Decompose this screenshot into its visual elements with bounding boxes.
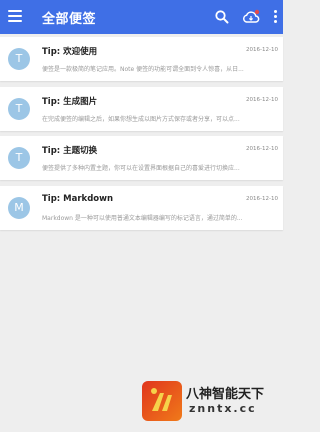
watermark-title: 八神智能天下 bbox=[186, 387, 265, 402]
watermark: 八神智能天下 znntx.cc bbox=[142, 381, 280, 421]
note-date: 2016-12-10 bbox=[246, 196, 278, 202]
menu-icon[interactable] bbox=[8, 10, 22, 24]
note-title: Tip: 生成图片 bbox=[42, 97, 98, 107]
note-date: 2016-12-10 bbox=[246, 146, 278, 152]
note-card[interactable]: T Tip: 主题切换 2016-12-10 便签提供了多种内置主题，你可以在设… bbox=[0, 136, 283, 180]
more-vert-icon[interactable] bbox=[272, 9, 278, 25]
note-preview: 在完成便签的编辑之后，如果你想生成以图片方式保存或者分享，可以点... bbox=[42, 116, 240, 123]
avatar: T bbox=[8, 147, 30, 169]
note-title: Tip: 欢迎使用 bbox=[42, 47, 98, 57]
search-icon[interactable] bbox=[214, 9, 230, 25]
note-date: 2016-12-10 bbox=[246, 97, 278, 103]
avatar: M bbox=[8, 197, 30, 219]
note-title: Tip: Markdown bbox=[42, 194, 114, 204]
note-card[interactable]: T Tip: 生成图片 2016-12-10 在完成便签的编辑之后，如果你想生成… bbox=[0, 87, 283, 131]
avatar: T bbox=[8, 48, 30, 70]
note-title: Tip: 主题切换 bbox=[42, 146, 98, 156]
note-date: 2016-12-10 bbox=[246, 47, 278, 53]
watermark-url: znntx.cc bbox=[189, 402, 257, 415]
note-preview: Markdown 是一种可以使用普通文本编辑器编写的标记语言，通过简单的... bbox=[42, 215, 243, 222]
cloud-sync-icon[interactable] bbox=[242, 9, 260, 25]
app-bar: 全部便签 bbox=[0, 0, 283, 34]
cloud-badge bbox=[254, 9, 260, 15]
note-preview: 便签是一款极简的笔记应用。Note 便签的功能可谓全面到令人惊喜，从日... bbox=[42, 66, 244, 73]
avatar: T bbox=[8, 98, 30, 120]
note-card[interactable]: M Tip: Markdown 2016-12-10 Markdown 是一种可… bbox=[0, 186, 283, 230]
note-preview: 便签提供了多种内置主题，你可以在设置界面根据自己的喜爱进行切换应... bbox=[42, 165, 240, 172]
note-card[interactable]: T Tip: 欢迎使用 2016-12-10 便签是一款极简的笔记应用。Note… bbox=[0, 37, 283, 81]
watermark-logo-icon bbox=[142, 381, 182, 421]
page-title: 全部便签 bbox=[42, 12, 97, 27]
